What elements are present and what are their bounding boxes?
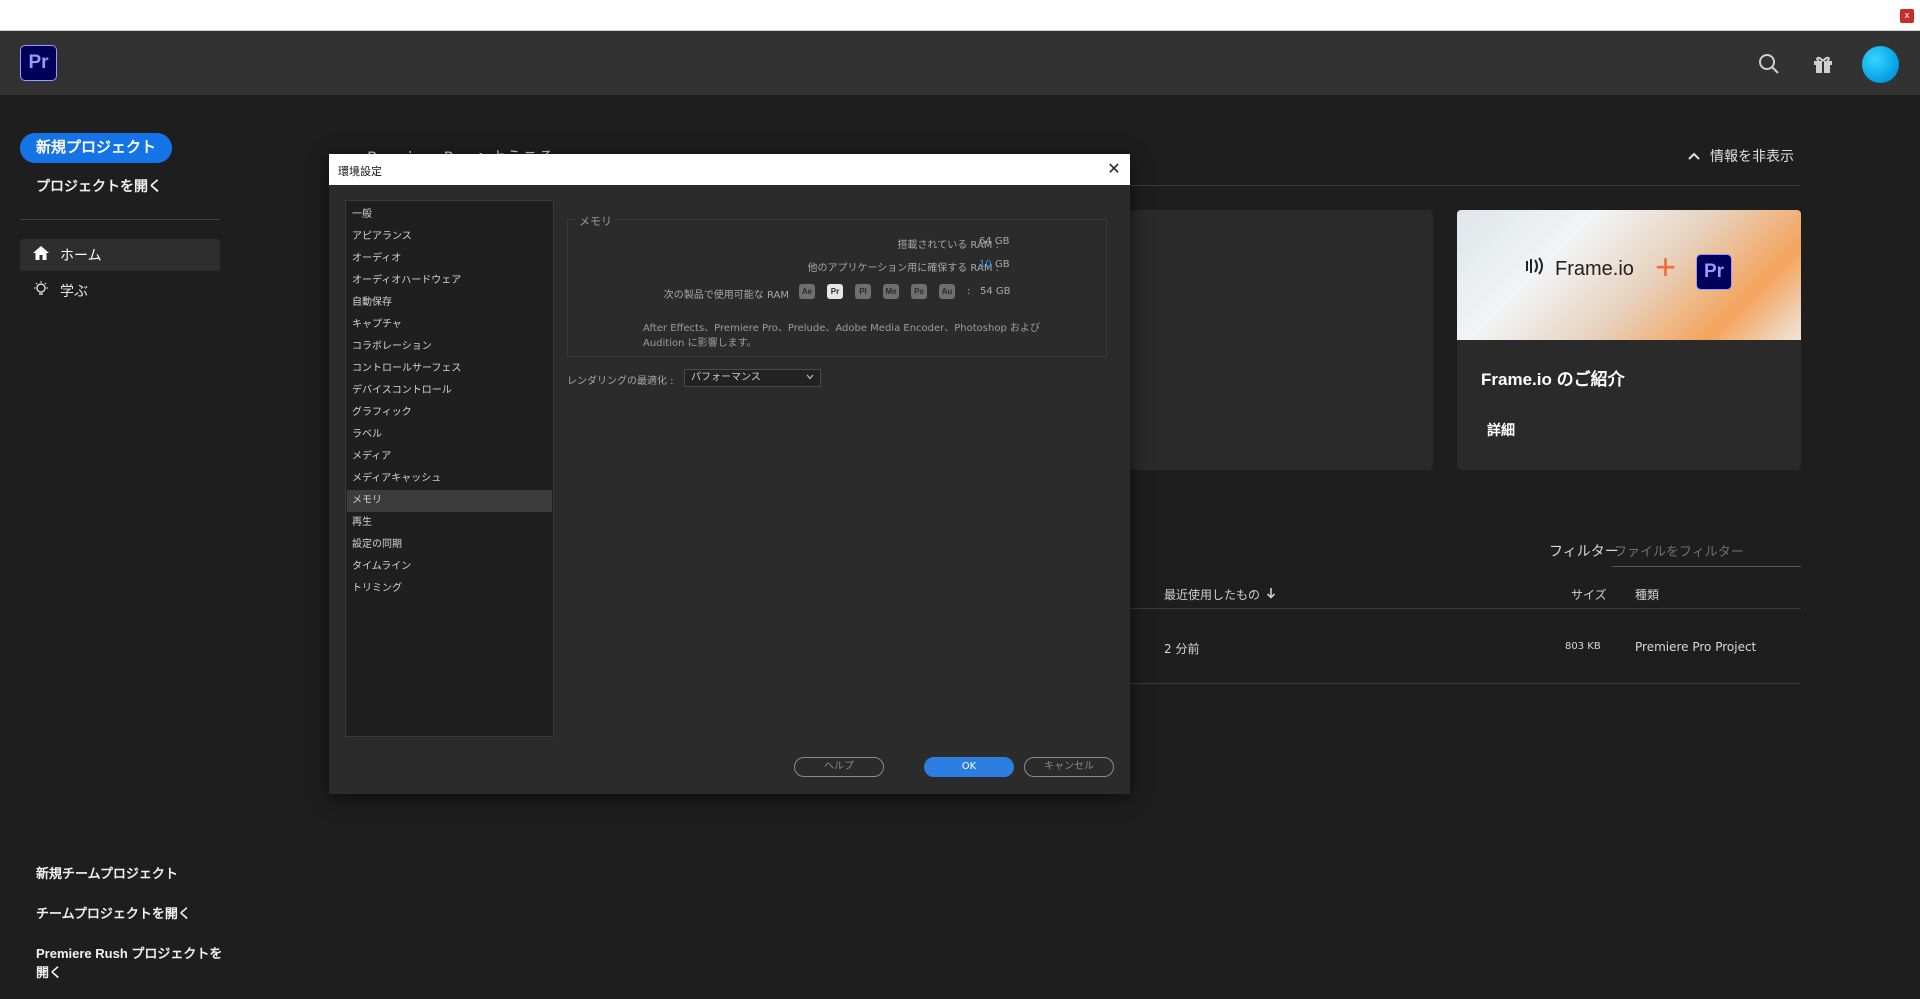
help-button[interactable]: ヘルプ	[794, 757, 884, 777]
sidebar-divider	[20, 219, 220, 220]
sidebar: 新規プロジェクト プロジェクトを開く ホーム 学ぶ 新規チームプロジェクト チー…	[0, 95, 230, 999]
category-item[interactable]: 自動保存	[347, 292, 552, 314]
gift-icon[interactable]	[1808, 49, 1838, 79]
hide-info-toggle[interactable]: 情報を非表示	[1688, 146, 1794, 166]
divider	[1120, 608, 1801, 609]
category-item[interactable]: 一般	[347, 204, 552, 226]
available-ram-value: 54 GB	[980, 286, 1011, 297]
category-item[interactable]: コラボレーション	[347, 336, 552, 358]
render-optimize-label: レンダリングの最適化 :	[567, 376, 674, 387]
dialog-title: 環境設定	[338, 165, 382, 178]
app-badge-pl: Pl	[855, 284, 871, 299]
preferences-dialog: 環境設定 ✕ 一般 アピアランス オーディオ オーディオハードウェア 自動保存 キャプチャ…	[329, 154, 1130, 794]
chevron-up-icon	[1688, 148, 1700, 164]
category-item[interactable]: オーディオ	[347, 248, 552, 270]
app-badge-pr: Pr	[827, 284, 843, 299]
hide-info-label: 情報を非表示	[1710, 149, 1794, 165]
plus-icon: +	[1655, 246, 1677, 287]
app-badge-au: Au	[939, 284, 955, 299]
chevron-down-icon	[806, 370, 814, 386]
sidebar-item-label: ホーム	[60, 248, 102, 264]
category-item[interactable]: タイムライン	[347, 556, 552, 578]
category-item[interactable]: ラベル	[347, 424, 552, 446]
installed-ram-value: 64 GB	[979, 236, 1010, 247]
category-item[interactable]: コントロールサーフェス	[347, 358, 552, 380]
category-item[interactable]: キャプチャ	[347, 314, 552, 336]
memory-legend: メモリ	[576, 213, 615, 229]
category-item[interactable]: トリミング	[347, 578, 552, 600]
arrow-down-icon	[1266, 587, 1276, 602]
home-icon	[32, 245, 50, 265]
reserved-ram-value[interactable]: 10	[979, 259, 992, 270]
memory-note: After Effects、Premiere Pro、Prelude、Adobe…	[643, 323, 1040, 349]
frameio-logo-text: Frame.io	[1555, 257, 1634, 280]
avatar[interactable]	[1862, 46, 1899, 83]
installed-ram-label: 搭載されている RAM :	[897, 240, 999, 251]
table-row-type: Premiere Pro Project	[1635, 640, 1757, 654]
render-optimize-select[interactable]: パフォーマンス	[684, 369, 821, 387]
ok-button[interactable]: OK	[924, 757, 1014, 777]
filter-input[interactable]	[1612, 537, 1801, 567]
category-item[interactable]: 設定の同期	[347, 534, 552, 556]
app-header: Pr	[0, 31, 1920, 95]
open-team-project-link[interactable]: チームプロジェクトを開く	[36, 903, 191, 922]
table-row-modified[interactable]: 2 分前	[1164, 640, 1199, 657]
filter-label: フィルター	[1549, 544, 1619, 560]
app-badge-me: Me	[883, 284, 899, 299]
divider	[1120, 683, 1801, 684]
window-top-strip: x	[0, 0, 1920, 31]
category-item[interactable]: メディアキャッシュ	[347, 468, 552, 490]
reserved-ram-unit: GB	[995, 259, 1010, 270]
sidebar-item-learn[interactable]: 学ぶ	[20, 275, 220, 307]
category-item[interactable]: デバイスコントロール	[347, 380, 552, 402]
premiere-pro-logo: Pr	[20, 45, 57, 81]
open-rush-project-link[interactable]: Premiere Rush プロジェクトを開く	[36, 943, 230, 981]
info-card	[1120, 210, 1433, 470]
category-item[interactable]: 再生	[347, 512, 552, 534]
category-list: 一般 アピアランス オーディオ オーディオハードウェア 自動保存 キャプチャ コラボレーショ…	[345, 200, 554, 737]
dialog-titlebar: 環境設定 ✕	[329, 154, 1130, 185]
category-item[interactable]: アピアランス	[347, 226, 552, 248]
search-icon[interactable]	[1754, 49, 1784, 79]
column-header-size[interactable]: サイズ	[1571, 586, 1607, 603]
sidebar-item-label: 学ぶ	[60, 284, 88, 300]
category-item[interactable]: メディア	[347, 446, 552, 468]
available-ram-sep: :	[967, 286, 971, 297]
available-ram-label: 次の製品で使用可能な RAM	[663, 290, 789, 301]
frameio-waveform-icon	[1525, 256, 1549, 282]
table-row-size: 803 KB	[1565, 641, 1601, 652]
window-close-button[interactable]: x	[1900, 9, 1914, 23]
render-optimize-value: パフォーマンス	[691, 372, 761, 383]
lightbulb-icon	[32, 280, 50, 302]
frameio-logo: Frame.io	[1525, 256, 1634, 282]
reserved-ram-label: 他のアプリケーション用に確保する RAM :	[807, 263, 999, 274]
column-header-type[interactable]: 種類	[1635, 586, 1659, 603]
frameio-card[interactable]: Frame.io + Pr Frame.io のご紹介 詳細	[1457, 210, 1801, 470]
frameio-card-image: Frame.io + Pr	[1457, 210, 1801, 340]
cancel-button[interactable]: キャンセル	[1024, 757, 1114, 777]
app-badges: Ae Pr Pl Me Ps Au	[799, 284, 955, 299]
column-header-recent[interactable]: 最近使用したもの	[1164, 586, 1276, 603]
sidebar-item-home[interactable]: ホーム	[20, 239, 220, 271]
category-item[interactable]: グラフィック	[347, 402, 552, 424]
app-badge-ae: Ae	[799, 284, 815, 299]
close-icon[interactable]: ✕	[1104, 159, 1124, 179]
premiere-pro-badge: Pr	[1696, 254, 1732, 290]
new-team-project-link[interactable]: 新規チームプロジェクト	[36, 863, 178, 882]
new-project-button[interactable]: 新規プロジェクト	[20, 133, 173, 163]
column-header-label: 最近使用したもの	[1164, 588, 1261, 602]
app-badge-ps: Ps	[911, 284, 927, 299]
category-item[interactable]: オーディオハードウェア	[347, 270, 552, 292]
category-item[interactable]: メモリ	[347, 490, 552, 512]
card-title: Frame.io のご紹介	[1481, 370, 1625, 389]
card-details-link[interactable]: 詳細	[1487, 420, 1515, 440]
open-project-link[interactable]: プロジェクトを開く	[36, 176, 162, 196]
